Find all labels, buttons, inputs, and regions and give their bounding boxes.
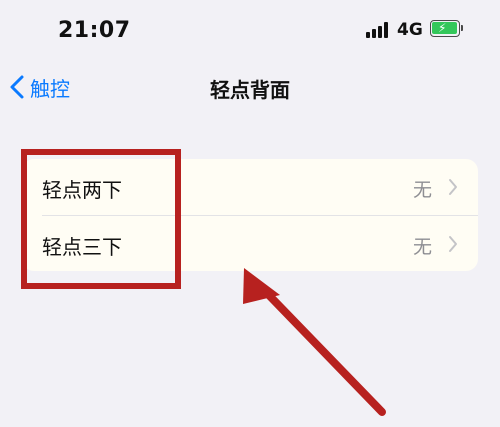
status-bar: 21:07 4G ⚡ (0, 0, 500, 60)
charging-bolt-icon: ⚡ (438, 21, 447, 35)
row-value: 无 (412, 236, 432, 258)
battery-icon: ⚡ (430, 20, 463, 37)
chevron-right-icon (449, 236, 457, 252)
status-time: 21:07 (58, 18, 131, 43)
chevron-right-icon (449, 179, 457, 195)
row-value: 无 (412, 179, 432, 201)
network-type: 4G (397, 20, 423, 40)
signal-icon (366, 22, 390, 38)
page-title: 轻点背面 (210, 78, 290, 102)
navigation-bar: 触控 轻点背面 (0, 64, 500, 110)
annotation-highlight-box (21, 149, 181, 289)
